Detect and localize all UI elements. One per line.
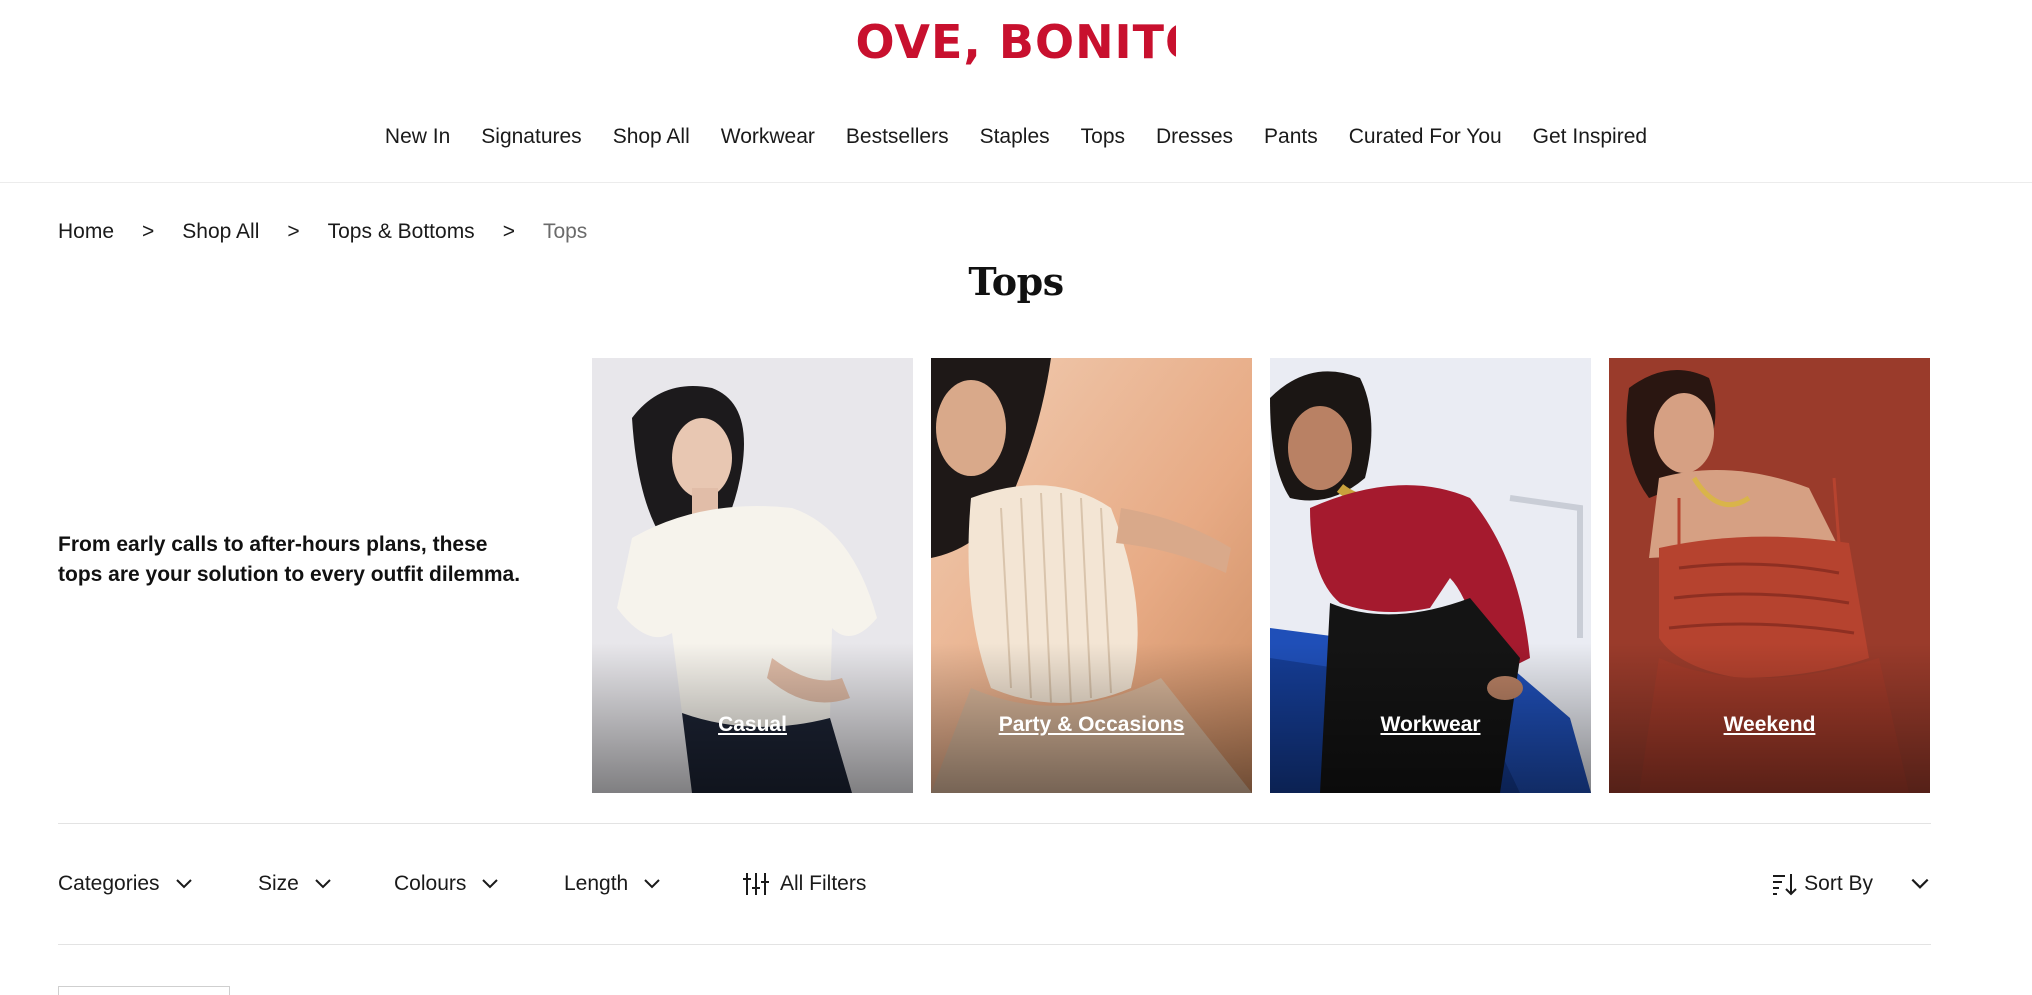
nav-item-bestsellers[interactable]: Bestsellers: [846, 122, 949, 152]
nav-item-workwear[interactable]: Workwear: [721, 122, 815, 152]
tile-party-occasions[interactable]: Party & Occasions: [931, 358, 1252, 793]
category-intro-text: From early calls to after-hours plans, t…: [58, 533, 521, 586]
breadcrumb-tops-bottoms[interactable]: Tops & Bottoms: [328, 217, 475, 247]
site-header: LOVE, BONITO New In Signatures Shop All …: [0, 0, 2032, 183]
chevron-down-icon: [482, 879, 499, 889]
nav-item-new-in[interactable]: New In: [385, 122, 450, 152]
nav-item-tops[interactable]: Tops: [1081, 122, 1125, 152]
filter-bar: Categories Size Colours Length All Filte…: [58, 868, 1931, 900]
sort-by-dropdown[interactable]: Sort By: [1772, 868, 1931, 900]
chevron-down-icon: [175, 879, 192, 889]
breadcrumb-separator: >: [142, 220, 155, 243]
breadcrumb-separator: >: [502, 220, 515, 243]
all-filters-button[interactable]: All Filters: [742, 868, 866, 900]
results-box-partial: [58, 986, 230, 995]
filter-length[interactable]: Length: [564, 868, 662, 900]
brand-logo-wordmark: LOVE, BONITO: [856, 15, 1176, 69]
chevron-down-icon: [1911, 878, 1929, 889]
filter-label: Categories: [58, 872, 160, 895]
tile-label-weekend[interactable]: Weekend: [1609, 710, 1930, 740]
chevron-down-icon: [644, 879, 660, 889]
main-nav: New In Signatures Shop All Workwear Best…: [0, 122, 2032, 152]
nav-item-get-inspired[interactable]: Get Inspired: [1533, 122, 1647, 152]
tile-workwear[interactable]: Workwear: [1270, 358, 1591, 793]
breadcrumb: Home > Shop All > Tops & Bottoms > Tops: [58, 217, 587, 247]
tile-label-workwear[interactable]: Workwear: [1270, 710, 1591, 740]
nav-item-signatures[interactable]: Signatures: [481, 122, 581, 152]
nav-item-shop-all[interactable]: Shop All: [613, 122, 690, 152]
tile-label-party-occasions[interactable]: Party & Occasions: [931, 710, 1252, 740]
filter-label: Colours: [394, 872, 467, 895]
nav-item-pants[interactable]: Pants: [1264, 122, 1318, 152]
tile-weekend[interactable]: Weekend: [1609, 358, 1930, 793]
nav-item-dresses[interactable]: Dresses: [1156, 122, 1233, 152]
nav-item-staples[interactable]: Staples: [980, 122, 1050, 152]
breadcrumb-shop-all[interactable]: Shop All: [182, 217, 259, 247]
filter-colours[interactable]: Colours: [394, 868, 500, 900]
all-filters-label: All Filters: [780, 872, 867, 895]
brand-logo[interactable]: LOVE, BONITO: [0, 14, 2032, 82]
breadcrumb-current: Tops: [542, 220, 588, 243]
divider: [58, 944, 1931, 945]
filter-label: Length: [564, 872, 629, 895]
svg-text:LOVE, BONITO: LOVE, BONITO: [856, 15, 1176, 69]
nav-item-curated-for-you[interactable]: Curated For You: [1349, 122, 1502, 152]
tile-label-casual[interactable]: Casual: [592, 710, 913, 740]
tile-casual[interactable]: Casual: [592, 358, 913, 793]
filter-categories[interactable]: Categories: [58, 868, 194, 900]
sort-icon: [1773, 874, 1797, 896]
subcategory-tiles: Casual Party & Occasions Workwear Weeken…: [592, 358, 1930, 793]
breadcrumb-separator: >: [287, 220, 300, 243]
divider: [58, 823, 1931, 824]
filter-label: Size: [258, 872, 299, 895]
sort-by-label: Sort By: [1804, 872, 1873, 895]
page-title: Tops: [968, 259, 1064, 304]
sliders-icon: [743, 873, 769, 895]
chevron-down-icon: [315, 879, 331, 889]
breadcrumb-home[interactable]: Home: [58, 217, 114, 247]
filter-size[interactable]: Size: [258, 868, 333, 900]
